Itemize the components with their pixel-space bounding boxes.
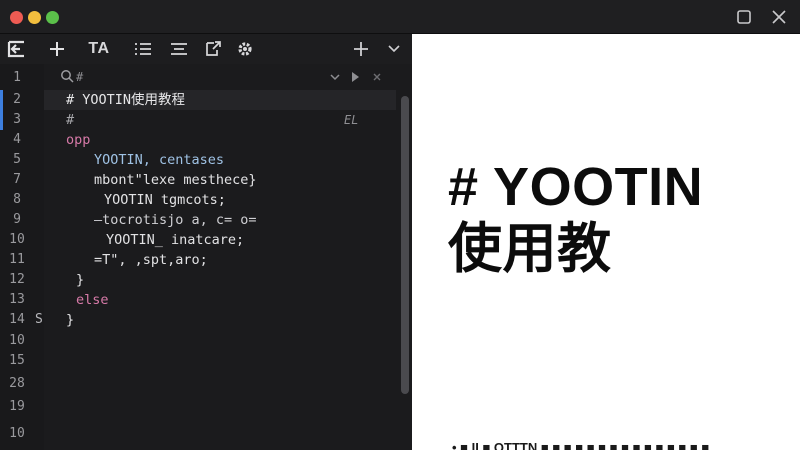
line-number: 7 [13,172,21,187]
window-zoom-button[interactable] [46,11,59,24]
line-number: 10 [9,426,25,441]
code-line: opp [66,132,91,148]
code-area[interactable]: # YOOTIN使用教程 # EL opp YOOTIN, centases m… [44,64,396,450]
preview-heading-line2: 使用教 [448,217,612,280]
editor-scrollbar[interactable] [398,64,412,450]
find-bar [44,66,396,88]
line-number: 3 [13,112,21,127]
code-line: } [76,272,85,288]
chevron-down-icon[interactable] [326,68,344,86]
list-icon[interactable] [130,36,156,62]
line-number: 14 [9,312,25,327]
code-line: —tocrotisjo a, c= o= [94,212,257,228]
play-icon[interactable] [346,68,364,86]
window-minimize-button[interactable] [28,11,41,24]
line-number: 8 [13,192,21,207]
scrollbar-thumb[interactable] [401,96,409,394]
line-number: 4 [13,132,21,147]
code-line: # [66,112,75,128]
code-line: } [66,312,75,328]
markdown-preview-pane: # YOOTIN 使用教 • ■ II ■ OTTTN ■ ■ ■ ■ ■ ■ … [412,34,800,450]
search-icon [60,69,74,88]
line-number: 10 [9,232,25,247]
line-number: 10 [9,333,25,348]
settings-icon[interactable] [232,36,258,62]
align-icon[interactable] [166,36,192,62]
window-close-button[interactable] [10,11,23,24]
code-editor-pane: TA 1 2 3 4 5 7 8 9 10 11 12 13 14 S 10 1… [0,34,412,450]
line-number: 13 [9,292,25,307]
line-number: 1 [13,70,21,85]
editor-logo-icon[interactable] [4,36,30,62]
chevron-down-icon[interactable] [381,36,407,62]
export-icon[interactable] [200,36,226,62]
code-line: else [76,292,109,308]
code-line: =T", ,spt,aro; [94,252,208,268]
line-number: 2 [13,92,21,107]
line-number: 9 [13,212,21,227]
text-format-button[interactable]: TA [82,36,116,62]
new-tab-icon[interactable] [348,36,374,62]
preview-cutoff-text: • ■ II ■ OTTTN ■ ■ ■ ■ ■ ■ ■ ■ ■ ■ ■ ■ ■… [452,440,710,450]
code-line: YOOTIN tgmcots; [104,192,226,208]
find-input[interactable] [76,67,316,87]
line-number: 11 [9,252,25,267]
code-line: mbont"lexe mesthece} [94,172,257,188]
line-number: 15 [9,353,25,368]
line-number: 19 [9,399,25,414]
code-line: YOOTIN_ inatcare; [106,232,245,248]
editor-toolbar: TA [0,34,412,64]
line-number: 5 [13,152,21,167]
code-line: YOOTIN, centases [94,152,225,168]
window-titlebar [0,0,800,34]
add-icon[interactable] [44,36,70,62]
line-number: 12 [9,272,25,287]
line-marker-text: EL [344,113,359,127]
close-icon[interactable] [766,4,792,30]
preview-heading-line1: # YOOTIN [448,157,704,217]
gutter-side-letter: S [35,312,43,327]
preview-heading: # YOOTIN 使用教 [448,156,788,280]
line-number-gutter: 1 2 3 4 5 7 8 9 10 11 12 13 14 S 10 15 2… [0,64,44,450]
code-line: # YOOTIN使用教程 [66,92,186,108]
close-icon[interactable] [368,68,386,86]
maximize-icon[interactable] [731,4,757,30]
line-number: 28 [9,376,25,391]
